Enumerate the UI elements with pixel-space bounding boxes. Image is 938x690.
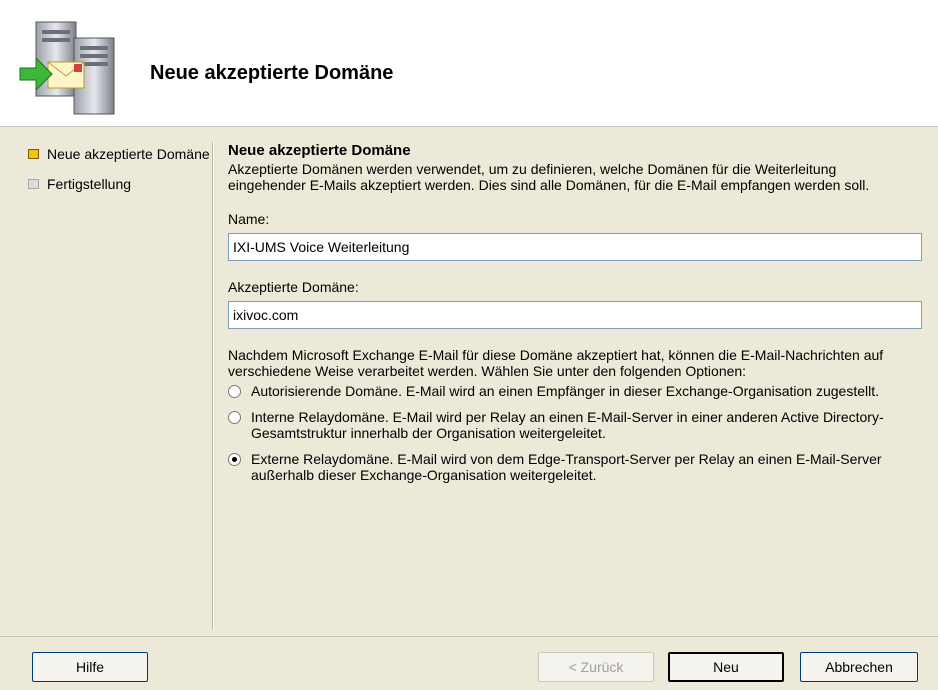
- page-title: Neue akzeptierte Domäne: [150, 62, 394, 84]
- step-new-domain: Neue akzeptierte Domäne: [28, 146, 218, 162]
- radio-external-relay[interactable]: [228, 453, 241, 466]
- option-external-relay[interactable]: Externe Relaydomäne. E-Mail wird von dem…: [228, 451, 922, 483]
- option-label: Externe Relaydomäne. E-Mail wird von dem…: [251, 451, 882, 483]
- vertical-divider: [212, 142, 214, 630]
- option-authoritative[interactable]: Autorisierende Domäne. E-Mail wird an ei…: [228, 383, 922, 399]
- footer-divider: [0, 636, 938, 637]
- cancel-button[interactable]: Abbrechen: [800, 652, 918, 682]
- option-internal-relay[interactable]: Interne Relaydomäne. E-Mail wird per Rel…: [228, 409, 922, 441]
- step-inactive-icon: [28, 179, 39, 189]
- name-input[interactable]: [228, 233, 922, 261]
- options-intro: Nachdem Microsoft Exchange E-Mail für di…: [228, 347, 884, 379]
- name-label: Name:: [228, 211, 270, 227]
- wizard-steps: Neue akzeptierte Domäne Fertigstellung: [28, 146, 218, 206]
- option-label: Autorisierende Domäne. E-Mail wird an ei…: [251, 383, 879, 399]
- domain-type-options: Autorisierende Domäne. E-Mail wird an ei…: [228, 383, 922, 483]
- back-button[interactable]: < Zurück: [538, 652, 654, 682]
- radio-authoritative[interactable]: [228, 385, 241, 398]
- section-title: Neue akzeptierte Domäne: [228, 142, 411, 159]
- step-active-icon: [28, 149, 39, 159]
- wizard-header: Neue akzeptierte Domäne: [0, 0, 938, 127]
- domain-input[interactable]: [228, 301, 922, 329]
- section-description: Akzeptierte Domänen werden verwendet, um…: [228, 161, 870, 193]
- domain-label: Akzeptierte Domäne:: [228, 279, 359, 295]
- step-completion: Fertigstellung: [28, 176, 218, 192]
- server-mail-icon: [19, 21, 115, 115]
- step-label: Fertigstellung: [47, 176, 132, 192]
- new-button[interactable]: Neu: [668, 652, 784, 682]
- option-label: Interne Relaydomäne. E-Mail wird per Rel…: [251, 409, 884, 441]
- step-label: Neue akzeptierte Domäne: [47, 146, 210, 162]
- main-content: Neue akzeptierte Domäne Akzeptierte Domä…: [228, 142, 922, 483]
- radio-internal-relay[interactable]: [228, 411, 241, 424]
- help-button[interactable]: Hilfe: [32, 652, 148, 682]
